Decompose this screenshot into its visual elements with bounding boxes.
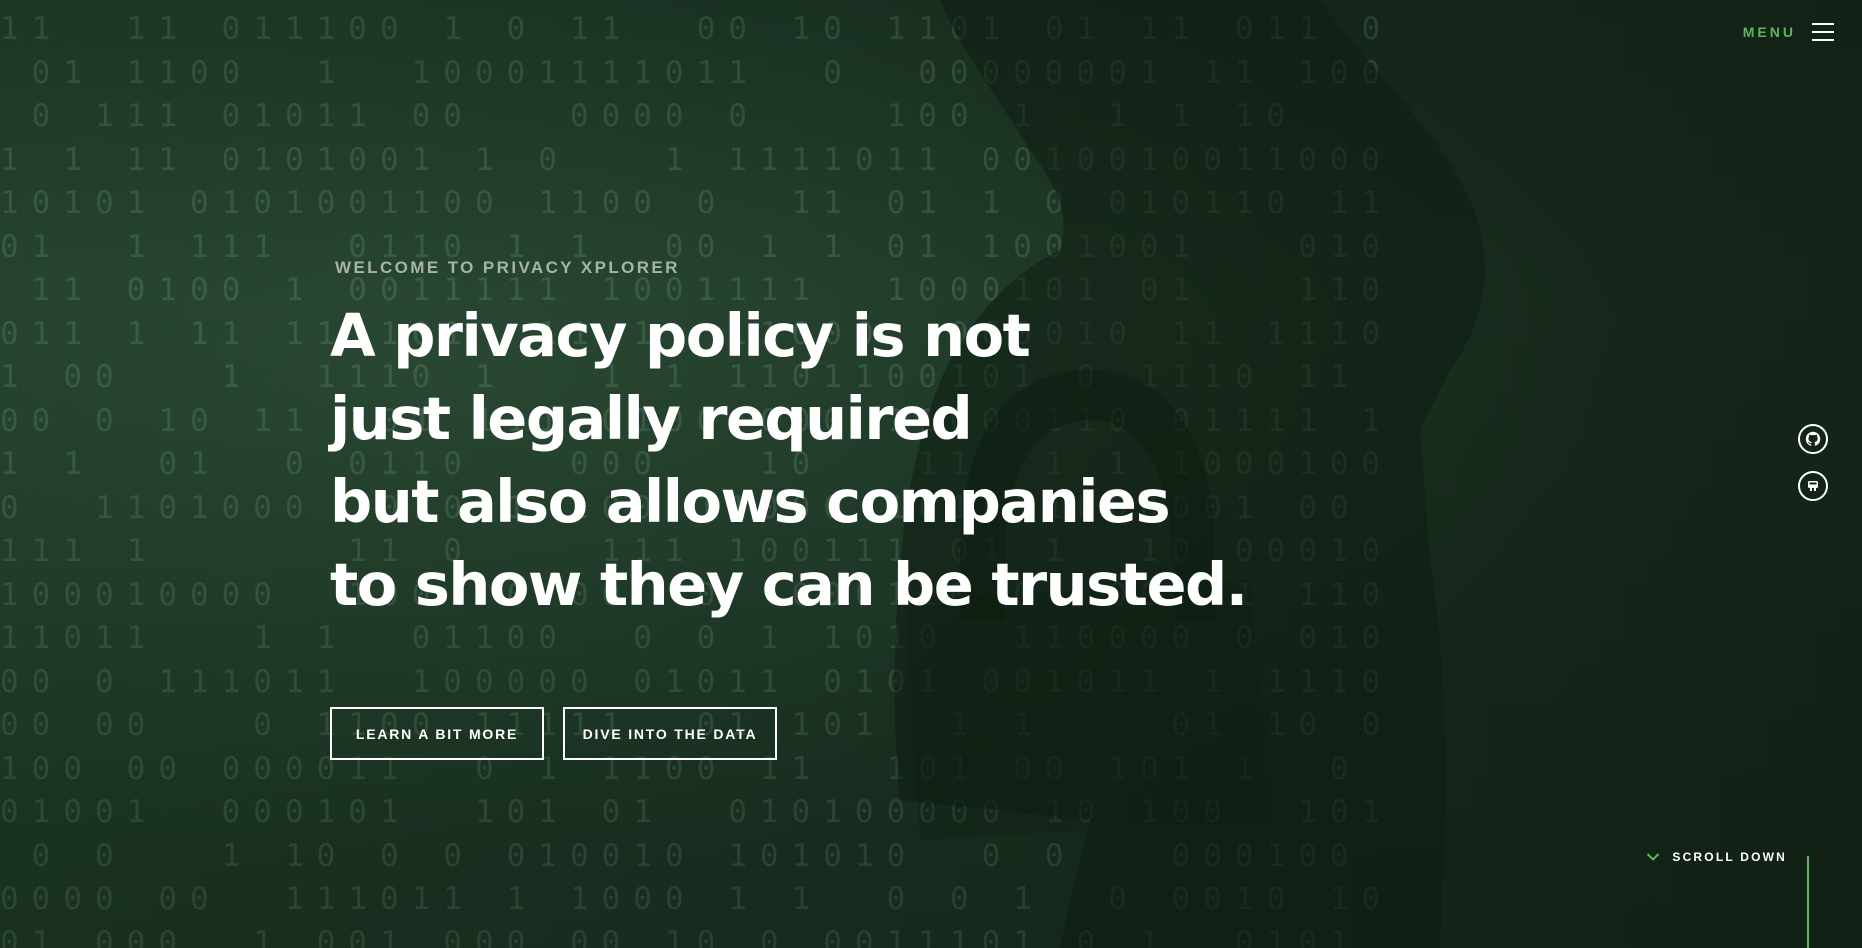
chevron-down-icon	[1646, 852, 1660, 862]
scroll-down-label: SCROLL DOWN	[1672, 850, 1787, 864]
scroll-down-button[interactable]: SCROLL DOWN	[1646, 850, 1787, 864]
menu-label: MENU	[1742, 24, 1796, 40]
hero-headline: A privacy policy is not just legally req…	[330, 294, 1248, 626]
scroll-indicator-line	[1807, 856, 1809, 948]
headline-line: just legally required	[330, 384, 973, 453]
hamburger-icon	[1812, 22, 1834, 42]
dive-into-data-button[interactable]: DIVE INTO THE DATA	[563, 707, 777, 760]
hero-section: WELCOME TO PRIVACY XPLORER A privacy pol…	[330, 258, 1248, 760]
data-link[interactable]	[1798, 471, 1828, 501]
menu-button[interactable]: MENU	[1743, 22, 1834, 42]
hero-eyebrow: WELCOME TO PRIVACY XPLORER	[335, 258, 680, 277]
cta-buttons: LEARN A BIT MORE DIVE INTO THE DATA	[330, 707, 1247, 760]
social-links	[1798, 424, 1828, 501]
headline-line: to show they can be trusted.	[330, 550, 1248, 619]
headline-line: but also allows companies	[330, 467, 1171, 536]
github-link[interactable]	[1798, 424, 1828, 454]
data-icon	[1808, 481, 1818, 491]
learn-more-button[interactable]: LEARN A BIT MORE	[330, 707, 544, 760]
headline-line: A privacy policy is not	[330, 301, 1031, 370]
github-icon	[1805, 431, 1821, 446]
